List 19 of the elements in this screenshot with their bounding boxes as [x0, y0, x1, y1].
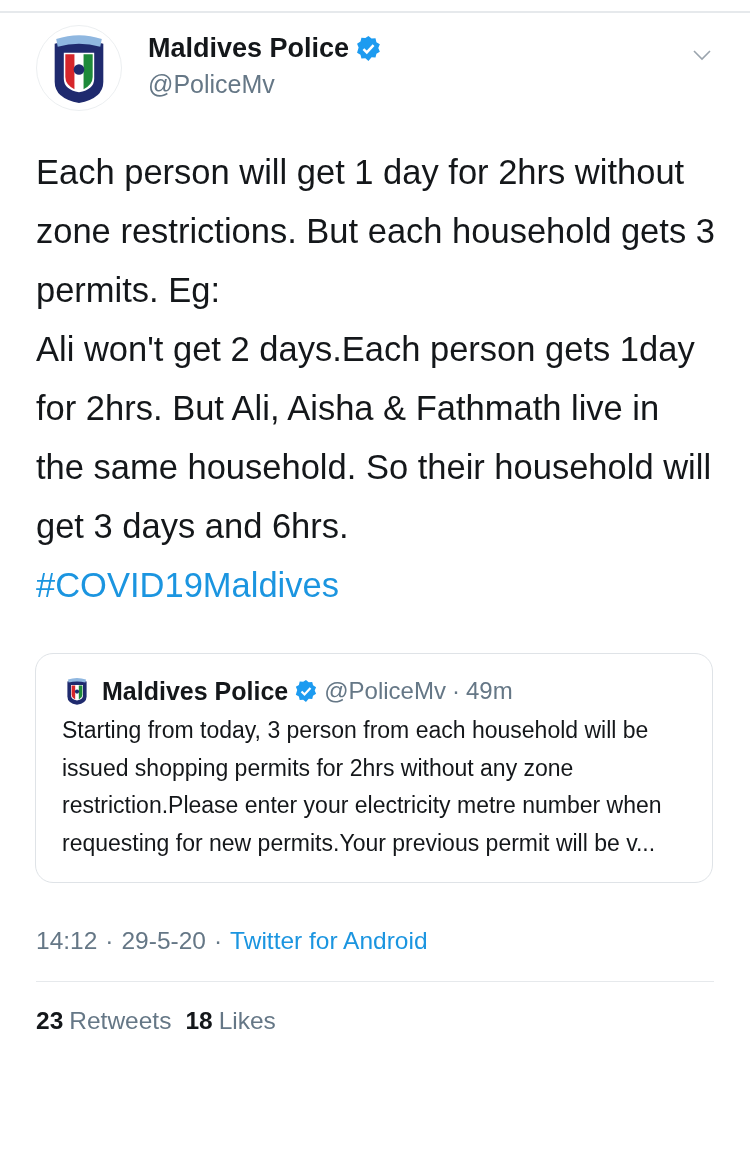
- stat-label: Likes: [218, 1007, 276, 1035]
- tweet-date: 29-5-20: [121, 927, 206, 955]
- author-handle: @PoliceMv: [148, 70, 276, 99]
- quoted-author-name: Maldives Police: [102, 676, 289, 706]
- author-name: Maldives Police: [148, 33, 350, 64]
- separator: ·: [451, 677, 460, 705]
- quoted-handle: @PoliceMv: [324, 677, 446, 705]
- stat-count: 23: [36, 1007, 64, 1035]
- quoted-text: Starting from today, 3 person from each household will be issued shopping permits for 2hrs without any zone restriction.Please enter your electricity metre number when requesting for new permits.Your previous permit will be v...: [62, 716, 663, 858]
- stat-label: Retweets: [69, 1007, 172, 1035]
- source-link[interactable]: Twitter for Android: [230, 927, 428, 955]
- tweet-time: 14:12: [36, 927, 98, 955]
- separator: ·: [105, 927, 114, 955]
- quoted-time: 49m: [465, 677, 513, 705]
- tweet-text: Each person will get 1 day for 2hrs without zone restrictions. But each household gets 3 permits. Eg: Ali won't get 2 days.Each person gets 1day for 2hrs. But Ali, Aisha & Fathmath live in the same household. So their household will get 3 days and 6hrs.: [36, 152, 716, 547]
- hashtag-link[interactable]: #COVID19Maldives: [36, 556, 339, 615]
- stat-count: 18: [185, 1007, 213, 1035]
- quoted-tweet[interactable]: [35, 653, 713, 883]
- separator: ·: [213, 927, 223, 955]
